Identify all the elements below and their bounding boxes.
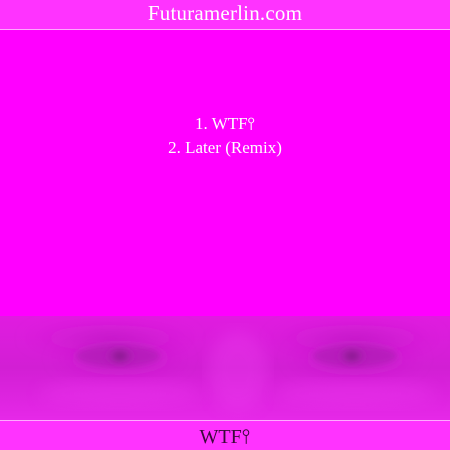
eyes-photo-graphic	[0, 316, 450, 420]
eyes-photo	[0, 316, 450, 420]
header-bar: Futuramerlin.com	[0, 0, 450, 30]
album-title: WTF⫯	[199, 425, 251, 448]
track-1: 1. WTF⫯	[195, 114, 255, 133]
site-title: Futuramerlin.com	[147, 1, 303, 25]
track-2: 2. Later (Remix)	[168, 138, 282, 157]
tracklist: 1. WTF⫯ 2. Later (Remix)	[0, 112, 450, 160]
footer-bar: WTF⫯	[0, 420, 450, 450]
album-cover: Futuramerlin.com 1. WTF⫯ 2. Later (Remix…	[0, 0, 450, 450]
